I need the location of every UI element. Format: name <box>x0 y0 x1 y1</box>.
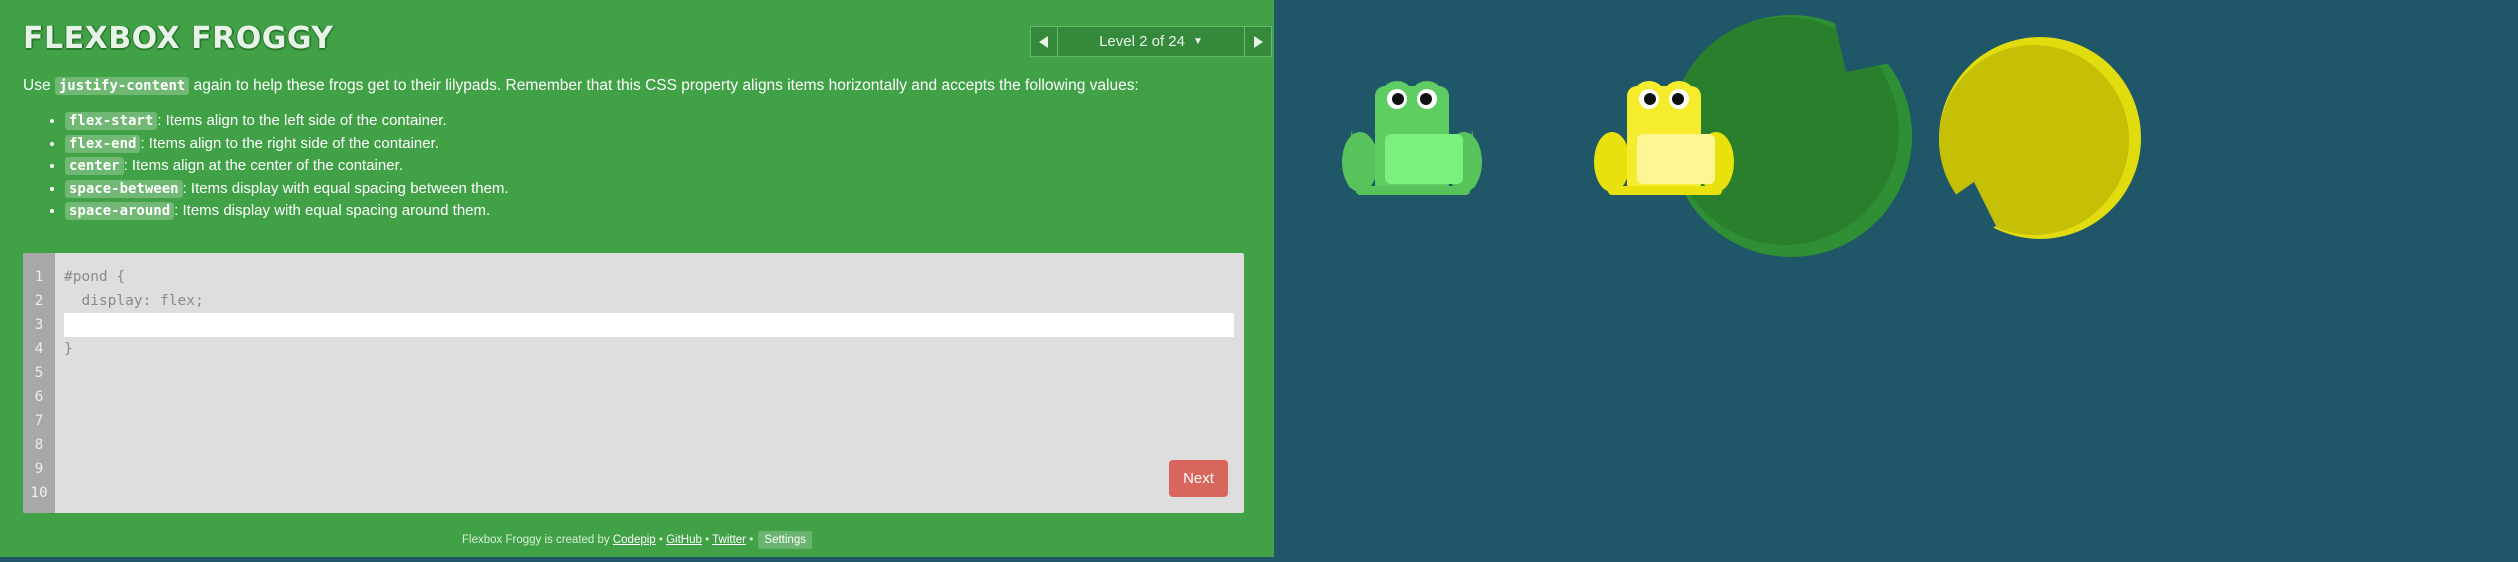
level-label: Level 2 of 24 <box>1099 33 1185 50</box>
list-item: flex-end: Items align to the right side … <box>65 133 509 156</box>
list-item: flex-start: Items align to the left side… <box>65 110 509 133</box>
value-description: : Items align at the center of the conta… <box>123 157 403 174</box>
line-number: 3 <box>34 317 44 333</box>
values-list: flex-start: Items align to the left side… <box>45 110 509 223</box>
next-button[interactable]: Next <box>1169 460 1228 497</box>
level-indicator[interactable]: Level 2 of 24 ▼ <box>1058 26 1244 57</box>
level-navigation: Level 2 of 24 ▼ <box>1030 26 1272 57</box>
property-keyword: justify-content <box>54 77 190 95</box>
value-description: : Items display with equal spacing aroun… <box>174 202 491 219</box>
code-area: #pond { display: flex; } <box>64 265 1234 361</box>
twitter-link[interactable]: Twitter <box>712 534 746 546</box>
value-keyword: flex-end <box>65 134 141 153</box>
settings-button[interactable]: Settings <box>758 531 812 549</box>
triangle-right-icon <box>1254 35 1263 48</box>
line-number: 4 <box>34 341 44 357</box>
line-number-gutter: 1 2 3 4 5 6 7 8 9 10 <box>23 253 55 513</box>
list-item: center: Items align at the center of the… <box>65 155 509 178</box>
line-number: 6 <box>34 389 44 405</box>
value-keyword: space-around <box>65 202 175 220</box>
footer-separator: • <box>655 534 667 546</box>
line-number: 10 <box>30 485 48 501</box>
value-description: : Items align to the right side of the c… <box>140 134 439 152</box>
value-keyword: space-between <box>65 179 183 198</box>
line-number: 2 <box>34 293 44 309</box>
previous-level-button[interactable] <box>1030 26 1058 57</box>
caret-down-icon: ▼ <box>1193 36 1203 47</box>
codepip-link[interactable]: Codepip <box>613 534 656 546</box>
value-keyword: flex-start <box>65 112 158 130</box>
line-number: 8 <box>34 437 44 453</box>
instructions-before: Use <box>23 77 55 94</box>
code-editor: 1 2 3 4 5 6 7 8 9 10 #pond { display: fl… <box>23 253 1244 513</box>
pond <box>1274 0 2518 557</box>
line-number: 1 <box>34 269 44 285</box>
list-item: space-between: Items display with equal … <box>65 178 509 201</box>
footer-separator: • <box>746 534 757 546</box>
next-level-button[interactable] <box>1244 26 1272 57</box>
github-link[interactable]: GitHub <box>666 534 702 546</box>
line-number: 5 <box>34 365 44 381</box>
css-code-input[interactable] <box>64 313 1234 337</box>
line-number: 7 <box>34 413 44 429</box>
value-keyword: center <box>65 157 124 175</box>
footer: Flexbox Froggy is created by Codepip • G… <box>0 531 1274 549</box>
footer-credit: Flexbox Froggy is created by <box>462 534 613 546</box>
value-description: : Items align to the left side of the co… <box>157 112 447 129</box>
app-title: FLEXBOX FROGGY <box>23 21 334 56</box>
code-line: display: flex; <box>64 293 204 309</box>
instructions-text: Use justify-content again to help these … <box>23 76 1243 96</box>
line-number: 9 <box>34 461 44 477</box>
code-line: } <box>64 341 73 357</box>
instructions-after: again to help these frogs get to their l… <box>189 77 1139 94</box>
sidebar: FLEXBOX FROGGY Level 2 of 24 ▼ Use justi… <box>0 0 1274 557</box>
footer-separator: • <box>701 534 713 546</box>
triangle-left-icon <box>1039 35 1048 48</box>
yellow-lilypad-icon <box>1934 37 2141 250</box>
code-line: #pond { <box>64 269 126 285</box>
list-item: space-around: Items display with equal s… <box>65 200 509 223</box>
green-frog-icon <box>1342 81 1482 195</box>
value-description: : Items display with equal spacing betwe… <box>182 179 509 197</box>
pond-canvas <box>1342 10 2141 257</box>
